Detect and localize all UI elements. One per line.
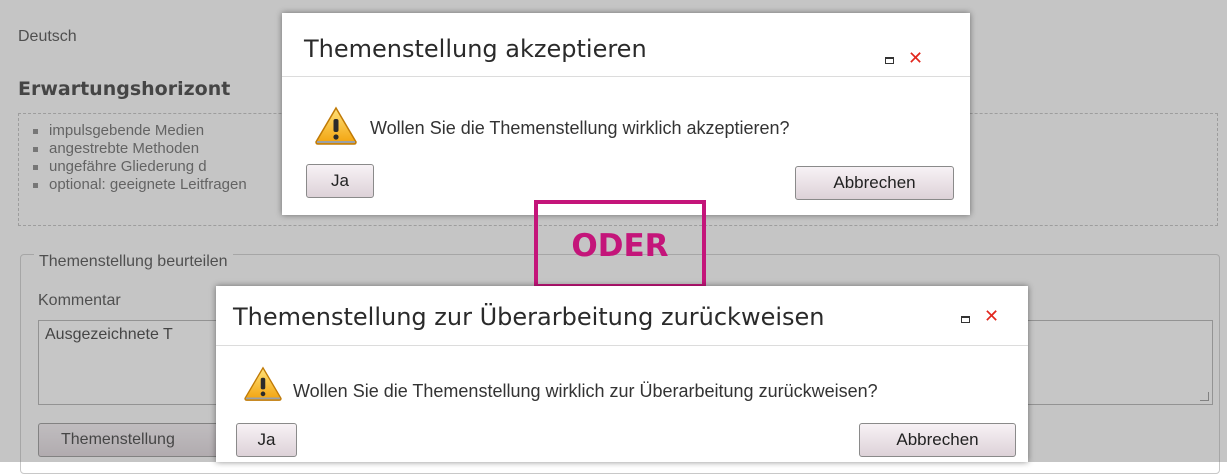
accept-dialog: Themenstellung akzeptieren ✕ Wollen Sie … [282,13,970,215]
reject-yes-button[interactable]: Ja [236,423,297,457]
accept-dialog-title: Themenstellung akzeptieren [304,35,647,63]
accept-dialog-titlebar: Themenstellung akzeptieren [282,13,970,77]
accept-yes-button[interactable]: Ja [306,164,374,198]
reject-dialog-message: Wollen Sie die Themenstellung wirklich z… [293,381,878,401]
oder-label: ODER [534,200,706,288]
reject-dialog-titlebar: Themenstellung zur Überarbeitung zurückw… [216,286,1028,346]
accept-dialog-message: Wollen Sie die Themenstellung wirklich a… [370,118,790,138]
warning-icon [314,106,358,151]
close-icon[interactable]: ✕ [984,308,999,326]
reject-cancel-button[interactable]: Abbrechen [859,423,1016,457]
accept-cancel-button[interactable]: Abbrechen [795,166,954,200]
warning-icon [243,366,283,407]
maximize-icon[interactable] [885,57,894,64]
reject-dialog: Themenstellung zur Überarbeitung zurückw… [216,286,1028,462]
maximize-icon[interactable] [961,316,970,323]
reject-dialog-title: Themenstellung zur Überarbeitung zurückw… [233,303,825,331]
close-icon[interactable]: ✕ [908,50,923,68]
